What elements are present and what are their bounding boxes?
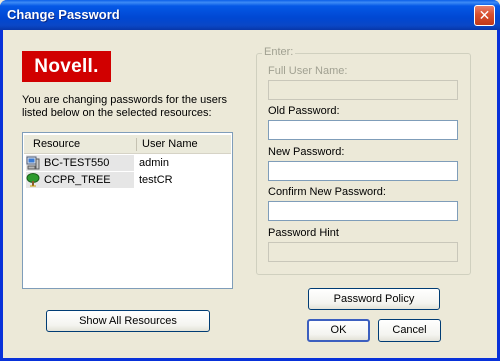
enter-group-legend: Enter: xyxy=(262,46,296,58)
resource-name: CCPR_TREE xyxy=(44,174,111,186)
confirm-password-field[interactable] xyxy=(268,201,458,221)
intro-text: You are changing passwords for the users… xyxy=(22,94,228,119)
server-icon xyxy=(26,156,40,170)
resource-row[interactable]: BC-TEST550 admin xyxy=(26,155,230,171)
window-title: Change Password xyxy=(7,7,120,22)
full-user-name-label: Full User Name: xyxy=(268,65,348,77)
resource-list[interactable]: Resource User Name BC-TEST550 admin CCPR… xyxy=(22,132,233,289)
column-divider[interactable] xyxy=(136,138,137,151)
resource-cell: BC-TEST550 xyxy=(26,155,134,171)
list-header: Resource User Name xyxy=(24,135,231,154)
novell-logo: Novell. xyxy=(22,51,111,82)
resource-row[interactable]: CCPR_TREE testCR xyxy=(26,172,230,188)
new-password-field[interactable] xyxy=(268,161,458,181)
show-all-resources-button[interactable]: Show All Resources xyxy=(46,310,210,332)
tree-icon xyxy=(26,173,40,187)
password-policy-button[interactable]: Password Policy xyxy=(308,288,440,310)
close-button[interactable]: ✕ xyxy=(474,5,495,26)
password-hint-field xyxy=(268,242,458,262)
resource-name: BC-TEST550 xyxy=(44,157,110,169)
title-bar[interactable]: Change Password ✕ xyxy=(0,0,500,30)
ok-button[interactable]: OK xyxy=(307,319,370,342)
column-header-user-name[interactable]: User Name xyxy=(142,135,198,153)
user-name: admin xyxy=(139,157,169,169)
confirm-password-label: Confirm New Password: xyxy=(268,186,386,198)
new-password-label: New Password: xyxy=(268,146,345,158)
full-user-name-field xyxy=(268,80,458,100)
resource-cell: CCPR_TREE xyxy=(26,172,134,188)
old-password-field[interactable] xyxy=(268,120,458,140)
user-name: testCR xyxy=(139,174,173,186)
old-password-label: Old Password: xyxy=(268,105,340,117)
password-hint-label: Password Hint xyxy=(268,227,339,239)
column-header-resource[interactable]: Resource xyxy=(33,135,80,153)
cancel-button[interactable]: Cancel xyxy=(378,319,441,342)
